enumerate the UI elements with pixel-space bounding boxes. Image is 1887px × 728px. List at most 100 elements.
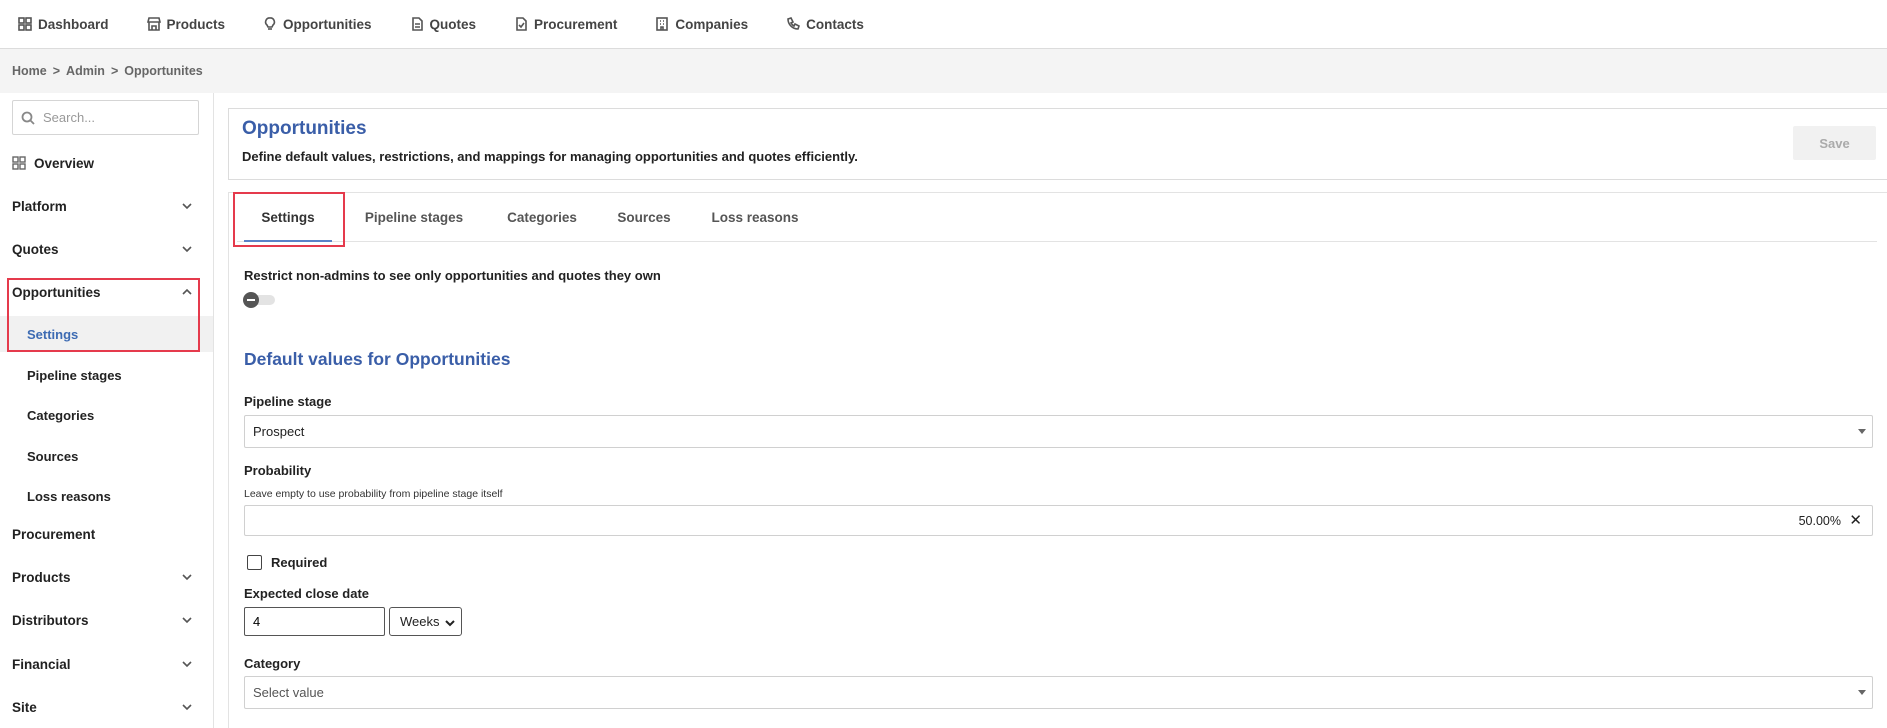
sidebar-section-products[interactable]: Products: [0, 565, 213, 589]
sidebar-section-label: Quotes: [12, 241, 59, 257]
restrict-toggle[interactable]: [243, 292, 277, 308]
nav-dashboard[interactable]: Dashboard: [18, 17, 109, 32]
category-select[interactable]: Select value: [244, 676, 1873, 709]
sidebar-item-label: Overview: [34, 155, 95, 171]
sidebar-item-label: Sources: [27, 448, 79, 464]
tab-label: Settings: [261, 210, 315, 225]
search-input[interactable]: [43, 110, 193, 125]
sidebar-item-label: Loss reasons: [27, 488, 111, 504]
nav-contacts[interactable]: Contacts: [786, 17, 864, 32]
required-label: Required: [271, 555, 328, 570]
breadcrumb-current: Opportunites: [124, 64, 203, 78]
tab-categories[interactable]: Categories: [496, 193, 588, 242]
category-label: Category: [244, 656, 301, 671]
category-placeholder: Select value: [253, 685, 324, 700]
probability-hint: Leave empty to use probability from pipe…: [244, 488, 503, 500]
sidebar-item-label: Pipeline stages: [27, 367, 122, 383]
nav-products-label: Products: [166, 16, 226, 32]
sidebar-section-label: Platform: [12, 198, 67, 214]
sidebar-section-site[interactable]: Site: [0, 695, 213, 719]
chevron-down-icon: [445, 620, 455, 627]
breadcrumb-separator: >: [110, 64, 119, 78]
tab-label: Sources: [617, 210, 671, 225]
nav-opportunities-label: Opportunities: [283, 16, 372, 32]
breadcrumb-home[interactable]: Home: [12, 64, 47, 78]
sidebar-item-categories[interactable]: Categories: [0, 397, 213, 433]
chevron-down-icon: [182, 617, 192, 624]
close-date-amount-input[interactable]: [244, 607, 385, 636]
pipeline-stage-label: Pipeline stage: [244, 394, 332, 409]
sidebar-item-overview[interactable]: Overview: [0, 151, 213, 175]
tab-loss-reasons[interactable]: Loss reasons: [701, 193, 809, 242]
sidebar-section-label: Financial: [12, 656, 71, 672]
probability-label: Probability: [244, 463, 312, 478]
sidebar-section-distributors[interactable]: Distributors: [0, 608, 213, 632]
breadcrumb: Home > Admin > Opportunites: [0, 49, 1887, 93]
breadcrumb-admin[interactable]: Admin: [66, 64, 105, 78]
sidebar-section-opportunities[interactable]: Opportunities: [0, 280, 213, 304]
nav-procurement[interactable]: Procurement: [514, 17, 617, 32]
pipeline-stage-select[interactable]: Prospect: [244, 415, 1873, 448]
page-description: Define default values, restrictions, and…: [242, 149, 858, 164]
toggle-knob: [243, 292, 259, 308]
close-date-label: Expected close date: [244, 586, 369, 601]
sidebar-section-procurement[interactable]: Procurement: [0, 522, 213, 546]
sidebar-section-quotes[interactable]: Quotes: [0, 237, 213, 261]
save-button[interactable]: Save: [1793, 126, 1876, 160]
sidebar-section-label: Opportunities: [12, 284, 101, 300]
building-icon: [656, 17, 669, 31]
required-checkbox[interactable]: [247, 555, 262, 570]
sidebar-item-label: Settings: [27, 326, 79, 342]
close-date-unit-select[interactable]: Weeks: [389, 607, 462, 636]
sidebar-item-label: Categories: [27, 407, 95, 423]
tab-pipeline-stages[interactable]: Pipeline stages: [354, 193, 474, 242]
document-icon: [411, 17, 423, 31]
chevron-down-icon: [182, 574, 192, 581]
nav-quotes[interactable]: Quotes: [410, 16, 477, 32]
document-check-icon: [516, 17, 527, 31]
pipeline-stage-value: Prospect: [253, 424, 305, 439]
sidebar-item-sources[interactable]: Sources: [0, 438, 213, 474]
dashboard-icon: [18, 17, 32, 31]
sidebar: Overview Platform Quotes Opportunities S…: [0, 93, 214, 728]
nav-opportunities[interactable]: Opportunities: [263, 17, 372, 32]
top-navigation: Dashboard Products Opportunities Quotes …: [0, 0, 1887, 49]
chevron-up-icon: [182, 288, 192, 295]
nav-contacts-label: Contacts: [806, 16, 864, 32]
restrict-label: Restrict non-admins to see only opportun…: [244, 268, 661, 283]
caret-down-icon: [1858, 429, 1866, 434]
defaults-section-title: Default values for Opportunities: [244, 349, 511, 369]
sidebar-item-settings[interactable]: Settings: [0, 316, 213, 352]
tab-label: Pipeline stages: [364, 210, 464, 225]
sidebar-section-financial[interactable]: Financial: [0, 652, 213, 676]
sidebar-section-label: Site: [12, 699, 37, 715]
tab-label: Loss reasons: [711, 210, 799, 225]
store-icon: [146, 17, 161, 31]
chevron-down-icon: [182, 661, 192, 668]
lightbulb-icon: [264, 17, 276, 30]
sidebar-section-label: Products: [12, 569, 71, 585]
probability-input[interactable]: 50.00% ✕: [244, 505, 1873, 536]
page-header: Opportunities Define default values, res…: [228, 108, 1887, 180]
nav-procurement-label: Procurement: [534, 16, 618, 32]
sidebar-item-loss-reasons[interactable]: Loss reasons: [0, 478, 213, 514]
chevron-down-icon: [182, 704, 192, 711]
close-date-unit-value: Weeks: [400, 614, 440, 629]
nav-dashboard-label: Dashboard: [38, 16, 109, 32]
page-title: Opportunities: [242, 118, 367, 139]
phone-icon: [787, 17, 801, 30]
tab-sources[interactable]: Sources: [604, 193, 684, 242]
search-icon: [21, 111, 35, 125]
tab-settings[interactable]: Settings: [240, 193, 336, 242]
breadcrumb-separator: >: [52, 64, 61, 78]
sidebar-section-label: Distributors: [12, 612, 89, 628]
nav-products[interactable]: Products: [146, 16, 226, 32]
nav-companies[interactable]: Companies: [655, 17, 748, 32]
clear-icon[interactable]: ✕: [1849, 511, 1862, 529]
caret-down-icon: [1858, 690, 1866, 695]
sidebar-item-pipeline-stages[interactable]: Pipeline stages: [0, 357, 213, 393]
sidebar-section-platform[interactable]: Platform: [0, 194, 213, 218]
nav-quotes-label: Quotes: [429, 16, 477, 32]
chevron-down-icon: [182, 246, 192, 253]
tab-label: Categories: [507, 210, 577, 225]
